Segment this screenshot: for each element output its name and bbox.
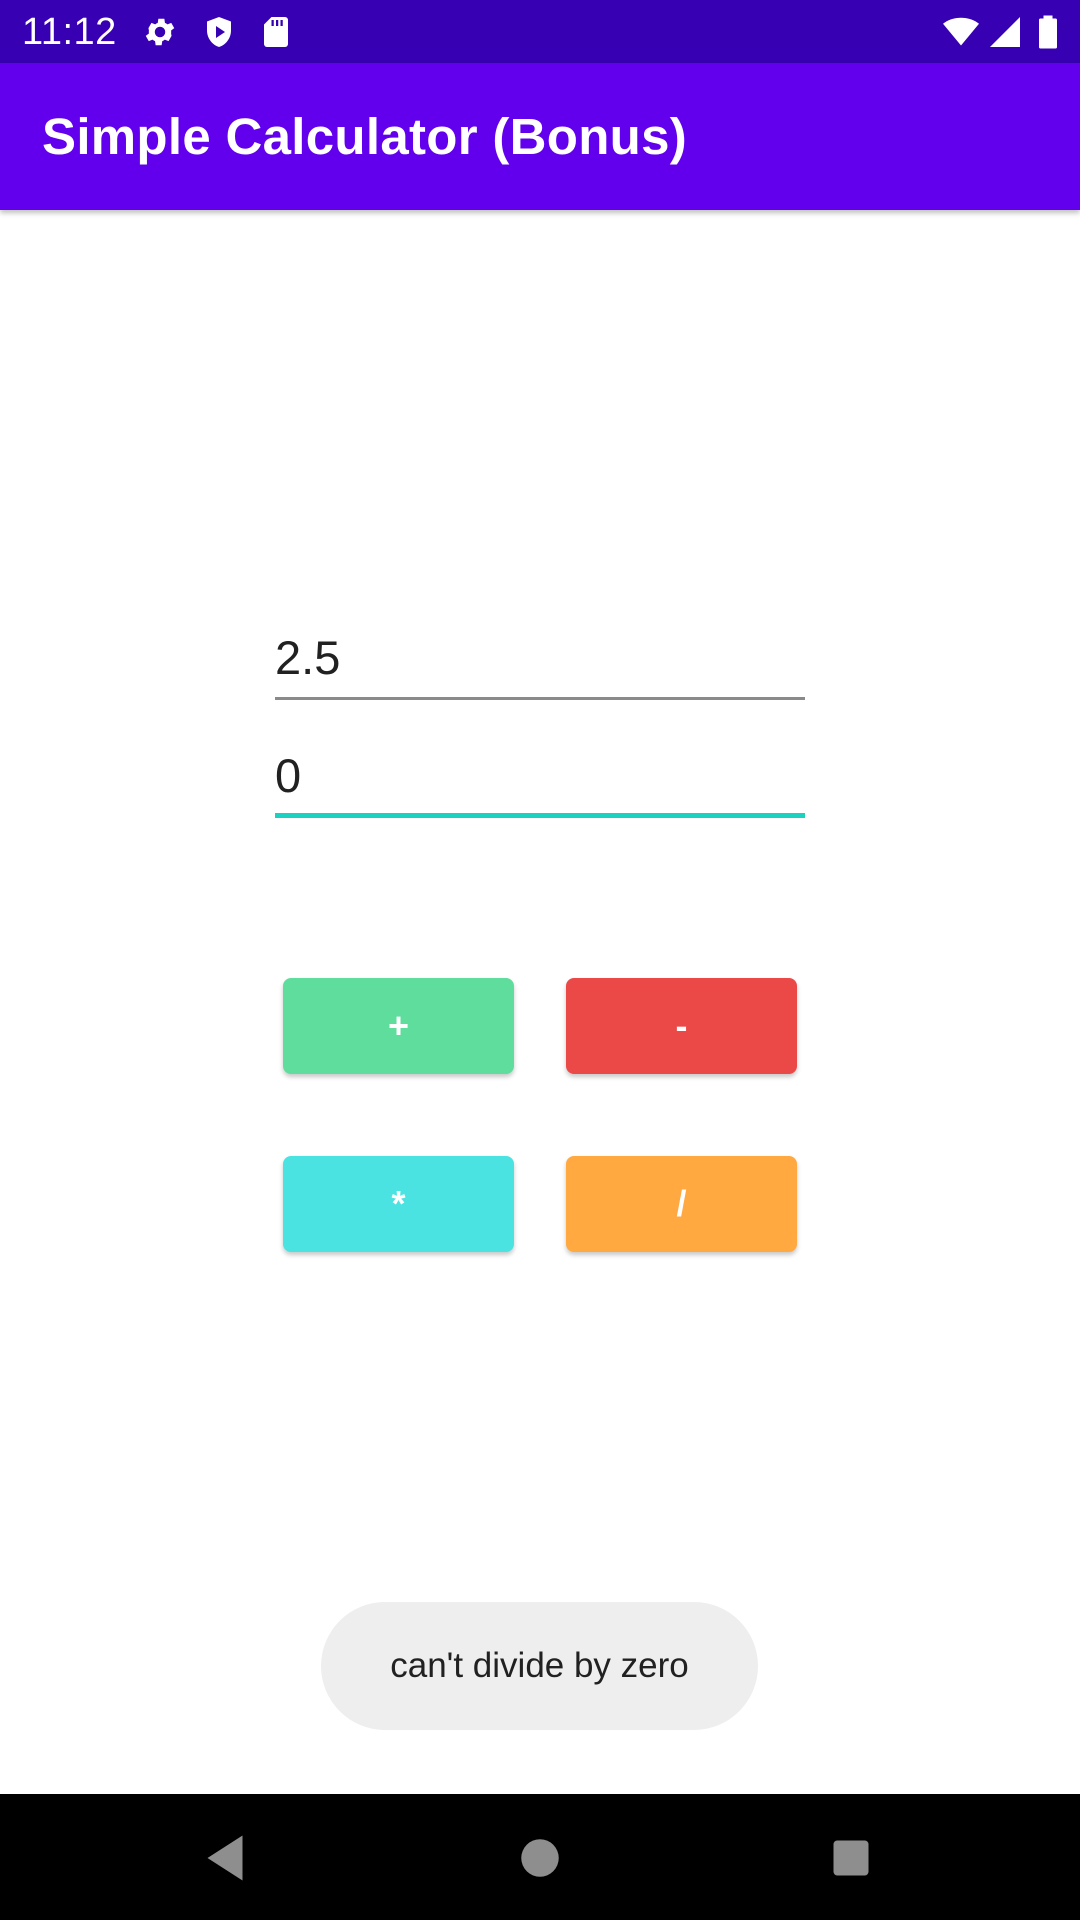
calculator-screen: 11:12 Simple Calculator (Bonus) 2.5 0 + …: [0, 0, 1080, 1920]
multiply-button[interactable]: *: [283, 1156, 514, 1252]
toast-message: can't divide by zero: [390, 1646, 689, 1685]
sd-card-icon: [258, 14, 294, 50]
first-number-underline: [275, 697, 805, 700]
second-number-underline: [275, 813, 805, 818]
status-time: 11:12: [22, 11, 117, 53]
divide-button-label: /: [676, 1183, 687, 1224]
add-button-label: +: [387, 1005, 410, 1046]
app-title: Simple Calculator (Bonus): [42, 108, 688, 165]
second-number-value: 0: [275, 749, 302, 802]
subtract-button[interactable]: -: [566, 978, 797, 1074]
app-bar: Simple Calculator (Bonus): [0, 63, 1080, 210]
subtract-button-label: -: [675, 1005, 688, 1046]
second-number-field[interactable]: 0: [275, 738, 805, 818]
first-number-field[interactable]: 2.5: [275, 620, 805, 700]
first-number-value: 2.5: [275, 631, 341, 684]
wifi-icon: [943, 14, 979, 50]
navigation-bar: [0, 1794, 1080, 1920]
divide-button[interactable]: /: [566, 1156, 797, 1252]
toast: can't divide by zero: [321, 1602, 758, 1730]
battery-icon: [1030, 14, 1066, 50]
cell-signal-icon: [987, 14, 1023, 50]
settings-icon: [142, 14, 178, 50]
add-button[interactable]: +: [283, 978, 514, 1074]
recents-icon[interactable]: [821, 1828, 881, 1888]
shield-play-icon: [201, 14, 237, 50]
multiply-button-label: *: [391, 1183, 406, 1224]
home-icon[interactable]: [510, 1828, 570, 1888]
status-bar: 11:12: [0, 0, 1080, 63]
back-icon[interactable]: [195, 1828, 255, 1888]
